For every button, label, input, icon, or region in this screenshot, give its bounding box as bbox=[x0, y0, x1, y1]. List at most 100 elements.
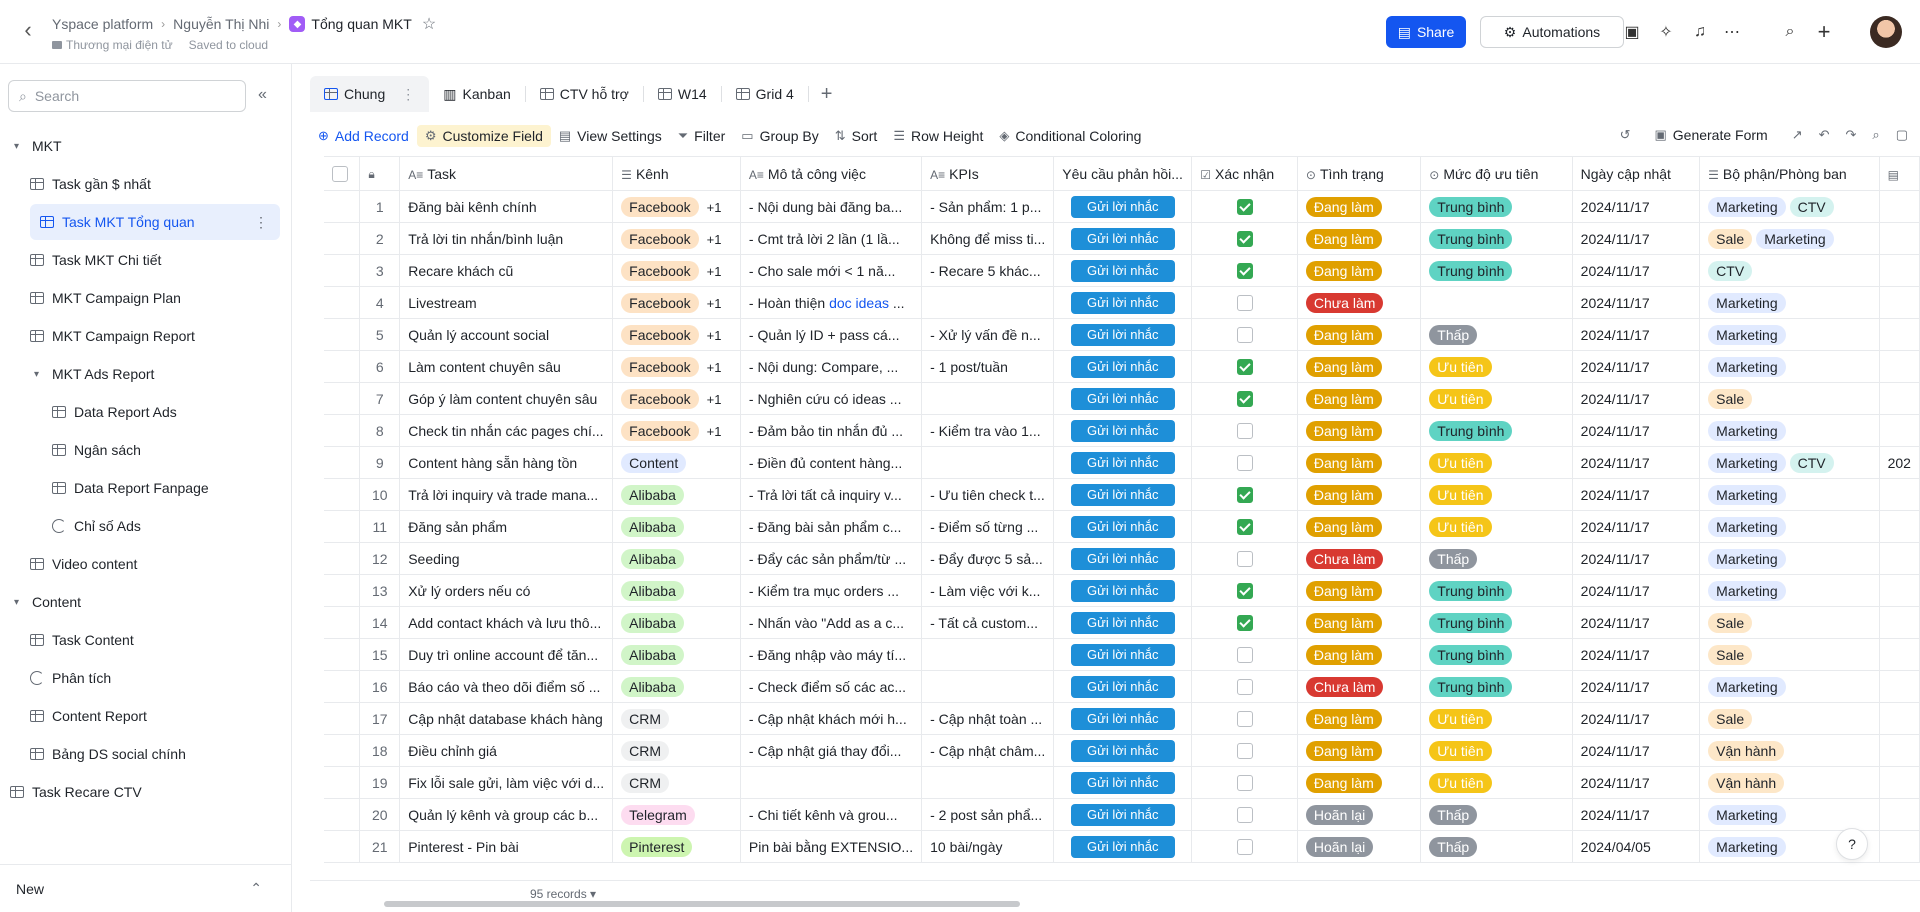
mota-cell[interactable]: - Nội dung bài đăng ba... bbox=[740, 190, 923, 223]
priority-cell[interactable]: Ưu tiên bbox=[1420, 702, 1573, 735]
table-row[interactable]: 1 Đăng bài kênh chính Facebook +1 - Nội dung… bbox=[324, 190, 1920, 223]
dept-cell[interactable]: Marketing CTV bbox=[1699, 446, 1880, 479]
task-cell[interactable]: Báo cáo và theo dõi điểm số ... bbox=[399, 670, 614, 703]
kpi-cell[interactable]: - Cập nhật châm... bbox=[921, 734, 1055, 767]
kpi-cell[interactable]: - Cập nhật toàn ... bbox=[921, 702, 1055, 735]
priority-cell[interactable]: Thấp bbox=[1420, 798, 1573, 831]
task-cell[interactable]: Góp ý làm content chuyên sâu bbox=[399, 382, 614, 415]
status-cell[interactable]: Đang làm bbox=[1297, 382, 1422, 415]
mota-cell[interactable]: - Trả lời tất cả inquiry v... bbox=[740, 478, 923, 511]
sidebar-item[interactable]: Video content bbox=[30, 546, 137, 582]
row-select-cell[interactable] bbox=[324, 574, 361, 607]
kpi-cell[interactable]: - Kiểm tra vào 1... bbox=[921, 414, 1055, 447]
mota-cell[interactable]: - Quản lý ID + pass cá... bbox=[740, 318, 923, 351]
dept-cell[interactable]: Marketing bbox=[1699, 798, 1880, 831]
kenh-cell[interactable]: Alibaba bbox=[612, 670, 741, 703]
kpi-cell[interactable]: - Ưu tiên check t... bbox=[921, 478, 1055, 511]
search-records-icon[interactable]: ⌕ bbox=[1872, 127, 1879, 143]
priority-cell[interactable]: Trung bình bbox=[1420, 222, 1573, 255]
share-view-icon[interactable]: ↗ bbox=[1792, 127, 1803, 143]
send-reminder-button[interactable]: Gửi lời nhắc bbox=[1070, 291, 1175, 314]
kpi-cell[interactable] bbox=[921, 446, 1055, 479]
priority-cell[interactable]: Trung bình bbox=[1420, 414, 1573, 447]
send-reminder-button[interactable]: Gửi lời nhắc bbox=[1070, 259, 1175, 282]
col-ngay[interactable]: Ngày cập nhật bbox=[1572, 156, 1701, 191]
table-row[interactable]: 17 Cập nhật database khách hàng CRM - Cập n… bbox=[324, 702, 1920, 735]
date-cell[interactable]: 2024/04/05 bbox=[1572, 830, 1701, 863]
kenh-cell[interactable]: Alibaba bbox=[612, 542, 741, 575]
date-cell[interactable]: 2024/11/17 bbox=[1572, 190, 1701, 223]
confirm-checkbox[interactable] bbox=[1236, 679, 1253, 696]
tab-kanban[interactable]: ▥ Kanban bbox=[429, 76, 525, 112]
table-row[interactable]: 9 Content hàng sẵn hàng tồn Content - Điền … bbox=[324, 446, 1920, 479]
row-select-cell[interactable] bbox=[324, 350, 361, 383]
sidebar-item[interactable]: Data Report Ads bbox=[52, 394, 177, 430]
plus-icon[interactable]: + bbox=[1814, 19, 1834, 44]
task-cell[interactable]: Content hàng sẵn hàng tồn bbox=[399, 446, 614, 479]
mota-cell[interactable]: - Check điểm số các ac... bbox=[740, 670, 923, 703]
kenh-cell[interactable]: Facebook +1 bbox=[612, 382, 741, 415]
row-select-cell[interactable] bbox=[324, 414, 361, 447]
status-cell[interactable]: Đang làm bbox=[1297, 478, 1422, 511]
tab-grid4[interactable]: Grid 4 bbox=[722, 76, 808, 112]
sidebar-item[interactable]: ▾ MKT Ads Report bbox=[34, 356, 154, 392]
kenh-cell[interactable]: Facebook +1 bbox=[612, 254, 741, 287]
mota-cell[interactable]: - Cập nhật giá thay đổi... bbox=[740, 734, 923, 767]
send-reminder-button[interactable]: Gửi lời nhắc bbox=[1070, 515, 1175, 538]
col-tinhtrang[interactable]: ⊙ Tình trạng bbox=[1297, 156, 1422, 191]
mota-cell[interactable]: Pin bài bằng EXTENSIO... bbox=[740, 830, 923, 863]
kenh-cell[interactable]: Alibaba bbox=[612, 574, 741, 607]
row-select-cell[interactable] bbox=[324, 606, 361, 639]
mota-cell[interactable]: - Nhấn vào "Add as a c... bbox=[740, 606, 923, 639]
kpi-cell[interactable]: - Điểm số từng ... bbox=[921, 510, 1055, 543]
send-reminder-button[interactable]: Gửi lời nhắc bbox=[1070, 675, 1175, 698]
kpi-cell[interactable] bbox=[921, 670, 1055, 703]
table-row[interactable]: 6 Làm content chuyên sâu Facebook +1 - Nội d… bbox=[324, 350, 1920, 383]
status-cell[interactable]: Đang làm bbox=[1297, 446, 1422, 479]
row-select-cell[interactable] bbox=[324, 798, 361, 831]
date-cell[interactable]: 2024/11/17 bbox=[1572, 350, 1701, 383]
table-row[interactable]: 13 Xử lý orders nếu có Alibaba - Kiểm tra m… bbox=[324, 574, 1920, 607]
priority-cell[interactable]: Trung bình bbox=[1420, 574, 1573, 607]
sidebar-item[interactable]: ▾ MKT bbox=[14, 128, 62, 164]
sidebar-item[interactable]: Phân tích bbox=[30, 660, 111, 696]
send-reminder-button[interactable]: Gửi lời nhắc bbox=[1070, 547, 1175, 570]
sidebar-item[interactable]: Content Report bbox=[30, 698, 147, 734]
send-reminder-button[interactable]: Gửi lời nhắc bbox=[1070, 323, 1175, 346]
more-icon[interactable]: ⋮ bbox=[401, 86, 415, 103]
kenh-cell[interactable]: CRM bbox=[612, 766, 741, 799]
task-cell[interactable]: Seeding bbox=[399, 542, 614, 575]
status-cell[interactable]: Đang làm bbox=[1297, 254, 1422, 287]
dept-cell[interactable]: CTV bbox=[1699, 254, 1880, 287]
kenh-cell[interactable]: Facebook +1 bbox=[612, 414, 741, 447]
task-cell[interactable]: Quản lý kênh và group các b... bbox=[399, 798, 614, 831]
kpi-cell[interactable] bbox=[921, 286, 1055, 319]
task-cell[interactable]: Recare khách cũ bbox=[399, 254, 614, 287]
date-cell[interactable]: 2024/11/17 bbox=[1572, 318, 1701, 351]
priority-cell[interactable]: Trung bình bbox=[1420, 670, 1573, 703]
sidebar-item[interactable]: Task MKT Tổng quan ⋮ bbox=[30, 204, 280, 240]
task-cell[interactable]: Add contact khách và lưu thô... bbox=[399, 606, 614, 639]
back-icon[interactable]: ‹ bbox=[18, 17, 38, 42]
row-select-cell[interactable] bbox=[324, 766, 361, 799]
priority-cell[interactable]: Thấp bbox=[1420, 318, 1573, 351]
confirm-checkbox[interactable] bbox=[1236, 775, 1253, 792]
confirm-checkbox[interactable] bbox=[1236, 551, 1253, 568]
task-cell[interactable]: Quản lý account social bbox=[399, 318, 614, 351]
mota-cell[interactable]: - Đăng nhập vào máy tí... bbox=[740, 638, 923, 671]
dept-cell[interactable]: Marketing bbox=[1699, 510, 1880, 543]
kpi-cell[interactable]: - Đẩy được 5 sả... bbox=[921, 542, 1055, 575]
kenh-cell[interactable]: Alibaba bbox=[612, 478, 741, 511]
sidebar-item[interactable]: MKT Campaign Plan bbox=[30, 280, 181, 316]
task-cell[interactable]: Duy trì online account để tăn... bbox=[399, 638, 614, 671]
star-icon[interactable]: ☆ bbox=[422, 14, 436, 34]
table-row[interactable]: 10 Trả lời inquiry và trade mana... Alibab… bbox=[324, 478, 1920, 511]
plugin-icon[interactable]: ✧ bbox=[1656, 22, 1676, 42]
kpi-cell[interactable] bbox=[921, 638, 1055, 671]
breadcrumb-owner[interactable]: Nguyễn Thị Nhi bbox=[173, 16, 269, 32]
sidebar-item[interactable]: Task Recare CTV bbox=[10, 774, 142, 810]
priority-cell[interactable]: Trung bình bbox=[1420, 606, 1573, 639]
mota-cell[interactable]: - Cmt trả lời 2 lần (1 lầ... bbox=[740, 222, 923, 255]
mota-cell[interactable] bbox=[740, 766, 923, 799]
mota-cell[interactable]: - Đăng bài sản phẩm c... bbox=[740, 510, 923, 543]
